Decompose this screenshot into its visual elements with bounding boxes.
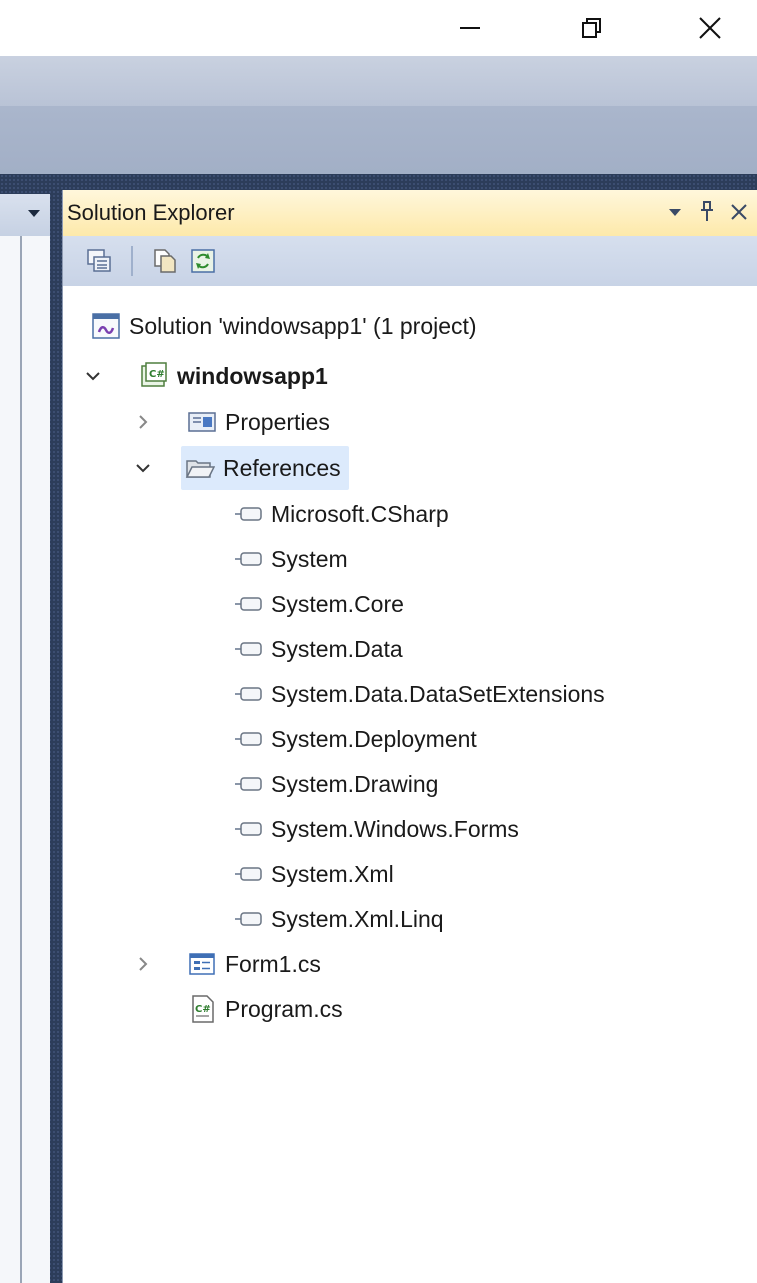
chevron-down-icon bbox=[86, 372, 100, 381]
tree-node-label: Microsoft.CSharp bbox=[271, 500, 449, 527]
panel-close-button[interactable] bbox=[728, 198, 750, 226]
dropdown-button[interactable] bbox=[664, 198, 686, 226]
svg-text:C#: C# bbox=[149, 369, 165, 380]
reference-item[interactable]: System.Core bbox=[231, 582, 404, 626]
csharp-project-icon: C# bbox=[137, 359, 171, 393]
chevron-right-icon bbox=[139, 957, 148, 971]
toolbar-area bbox=[0, 106, 757, 174]
close-icon bbox=[699, 17, 721, 39]
toolbar-separator bbox=[131, 246, 133, 276]
left-panel-scrollbar[interactable] bbox=[20, 236, 22, 1283]
svg-text:C#: C# bbox=[195, 1004, 211, 1015]
left-panel-body bbox=[0, 236, 50, 1283]
reference-item[interactable]: System bbox=[231, 537, 348, 581]
reference-icon bbox=[231, 677, 265, 711]
reference-item[interactable]: System.Deployment bbox=[231, 717, 477, 761]
tree-node-label: System.Core bbox=[271, 590, 404, 617]
solution-explorer-panel: Solution Explorer Solution 'windowsapp1'… bbox=[62, 190, 757, 1283]
tree-node-references[interactable]: References bbox=[181, 446, 349, 490]
form-icon bbox=[185, 947, 219, 981]
left-panel-header bbox=[0, 194, 50, 236]
reference-icon bbox=[231, 857, 265, 891]
tree-node-label: windowsapp1 bbox=[177, 362, 328, 389]
tree-node-label: Properties bbox=[225, 408, 330, 435]
show-all-files-icon bbox=[154, 249, 176, 273]
tree-node-properties[interactable]: Properties bbox=[185, 400, 330, 444]
reference-icon bbox=[231, 902, 265, 936]
tree-node-label: System.Drawing bbox=[271, 770, 439, 797]
tree-node-label: System.Deployment bbox=[271, 725, 477, 752]
collapse-arrow[interactable] bbox=[81, 364, 105, 388]
tree-node-form1[interactable]: Form1.cs bbox=[185, 942, 321, 986]
expand-arrow[interactable] bbox=[131, 952, 155, 976]
refresh-button[interactable] bbox=[189, 248, 217, 274]
reference-icon bbox=[231, 812, 265, 846]
refresh-icon bbox=[191, 249, 215, 273]
reference-icon bbox=[231, 767, 265, 801]
dropdown-icon[interactable] bbox=[28, 210, 40, 217]
reference-item[interactable]: System.Windows.Forms bbox=[231, 807, 519, 851]
chevron-down-icon bbox=[136, 464, 150, 473]
tree-node-program[interactable]: C# Program.cs bbox=[185, 987, 343, 1031]
open-folder-icon bbox=[183, 451, 217, 485]
tree-node-solution[interactable]: Solution 'windowsapp1' (1 project) bbox=[89, 304, 477, 348]
tree-node-project[interactable]: C# windowsapp1 bbox=[137, 354, 328, 398]
tree-node-label: References bbox=[223, 454, 341, 481]
reference-icon bbox=[231, 632, 265, 666]
tree-node-label: System.Data bbox=[271, 635, 403, 662]
reference-icon bbox=[231, 587, 265, 621]
csharp-file-icon: C# bbox=[185, 992, 219, 1026]
tree-node-label: System.Xml bbox=[271, 860, 394, 887]
properties-folder-icon bbox=[185, 405, 219, 439]
restore-button[interactable] bbox=[562, 6, 622, 50]
dropdown-icon bbox=[669, 209, 681, 216]
menu-bar bbox=[0, 56, 757, 106]
properties-icon bbox=[87, 249, 111, 272]
close-icon bbox=[731, 204, 747, 220]
tree-node-label: System.Windows.Forms bbox=[271, 815, 519, 842]
solution-icon bbox=[89, 309, 123, 343]
reference-icon bbox=[231, 542, 265, 576]
reference-item[interactable]: Microsoft.CSharp bbox=[231, 492, 449, 536]
pin-icon bbox=[701, 201, 713, 221]
tree-node-label: System.Data.DataSetExtensions bbox=[271, 680, 605, 707]
reference-item[interactable]: System.Xml.Linq bbox=[231, 897, 444, 941]
window-titlebar bbox=[0, 0, 757, 56]
reference-icon bbox=[231, 722, 265, 756]
left-docked-panel bbox=[0, 194, 50, 1283]
pin-button[interactable] bbox=[696, 198, 718, 226]
minimize-icon bbox=[460, 27, 480, 29]
solution-explorer-toolbar bbox=[63, 236, 757, 286]
tree-node-label: Program.cs bbox=[225, 995, 343, 1022]
reference-item[interactable]: System.Xml bbox=[231, 852, 394, 896]
expand-arrow[interactable] bbox=[131, 410, 155, 434]
properties-button[interactable] bbox=[85, 248, 113, 274]
tree-node-label: System.Xml.Linq bbox=[271, 905, 444, 932]
tree-node-label: Solution 'windowsapp1' (1 project) bbox=[129, 312, 477, 339]
reference-item[interactable]: System.Data.DataSetExtensions bbox=[231, 672, 605, 716]
tree-node-label: Form1.cs bbox=[225, 950, 321, 977]
close-button[interactable] bbox=[680, 6, 740, 50]
reference-item[interactable]: System.Drawing bbox=[231, 762, 438, 806]
reference-item[interactable]: System.Data bbox=[231, 627, 403, 671]
reference-icon bbox=[231, 497, 265, 531]
tree-node-label: System bbox=[271, 545, 348, 572]
minimize-button[interactable] bbox=[440, 6, 500, 50]
collapse-arrow[interactable] bbox=[131, 456, 155, 480]
panel-title: Solution Explorer bbox=[67, 200, 235, 225]
solution-explorer-header: Solution Explorer bbox=[63, 190, 757, 236]
chevron-right-icon bbox=[139, 415, 148, 429]
show-all-files-button[interactable] bbox=[151, 248, 179, 274]
restore-icon bbox=[582, 18, 601, 38]
